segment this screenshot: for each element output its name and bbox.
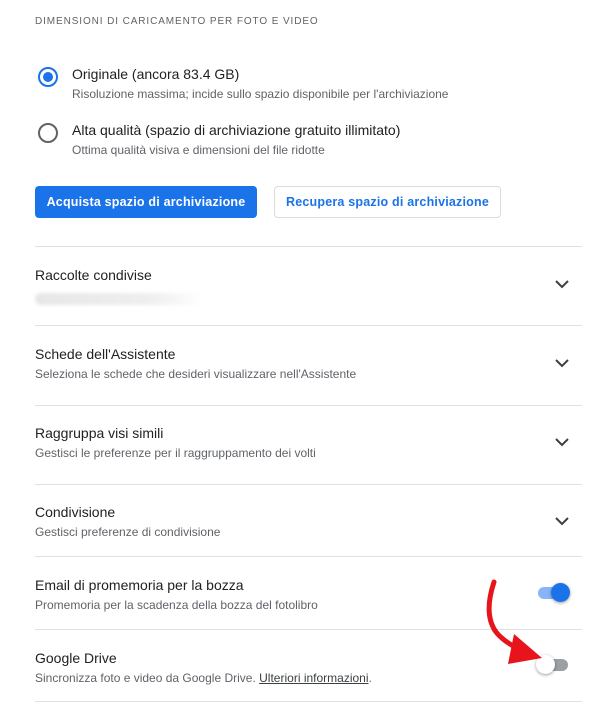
radio-original-subtitle: Risoluzione massima; incide sullo spazio…	[72, 87, 449, 101]
setting-sharing-title: Condivisione	[35, 504, 116, 520]
red-arrow-icon	[486, 579, 542, 664]
setting-face-grouping-title: Raggruppa visi simili	[35, 425, 164, 441]
radio-high-quality-subtitle: Ottima qualità visiva e dimensioni del f…	[72, 143, 325, 157]
divider	[35, 325, 582, 326]
chevron-down-icon[interactable]	[554, 516, 570, 526]
radio-high-quality-title: Alta qualità (spazio di archiviazione gr…	[72, 122, 401, 138]
section-label: DIMENSIONI DI CARICAMENTO PER FOTO E VID…	[35, 16, 319, 27]
radio-original-title: Originale (ancora 83.4 GB)	[72, 66, 240, 82]
google-drive-subtitle-end: .	[368, 671, 372, 685]
radio-option-original[interactable]: Originale (ancora 83.4 GB) Risoluzione m…	[38, 64, 448, 103]
divider	[35, 484, 582, 485]
setting-assistant-cards-subtitle: Seleziona le schede che desideri visuali…	[35, 367, 357, 381]
google-drive-subtitle-text: Sincronizza foto e video da Google Drive…	[35, 671, 256, 685]
blurred-content	[35, 293, 203, 305]
divider	[35, 556, 582, 557]
radio-option-high-quality[interactable]: Alta qualità (spazio di archiviazione gr…	[38, 120, 400, 159]
setting-sharing[interactable]: Condivisione Gestisci preferenze di cond…	[35, 502, 582, 557]
chevron-down-icon[interactable]	[554, 437, 570, 447]
divider	[35, 701, 582, 702]
setting-shared-albums[interactable]: Raccolte condivise	[35, 265, 582, 325]
recover-storage-button[interactable]: Recupera spazio di archiviazione	[274, 186, 501, 218]
setting-assistant-cards[interactable]: Schede dell'Assistente Seleziona le sche…	[35, 344, 582, 404]
divider	[35, 405, 582, 406]
chevron-down-icon[interactable]	[554, 358, 570, 368]
chevron-down-icon[interactable]	[554, 279, 570, 289]
setting-assistant-cards-title: Schede dell'Assistente	[35, 346, 176, 362]
divider	[35, 246, 582, 247]
buy-storage-button[interactable]: Acquista spazio di archiviazione	[35, 186, 257, 218]
setting-face-grouping-subtitle: Gestisci le preferenze per il raggruppam…	[35, 446, 316, 460]
learn-more-link[interactable]: Ulteriori informazioni	[259, 671, 368, 685]
setting-shared-albums-title: Raccolte condivise	[35, 267, 152, 283]
toggle-knob	[551, 583, 570, 602]
setting-face-grouping[interactable]: Raggruppa visi simili Gestisci le prefer…	[35, 423, 582, 483]
radio-unselected-icon[interactable]	[38, 123, 58, 143]
radio-selected-icon[interactable]	[38, 67, 58, 87]
setting-google-drive-subtitle: Sincronizza foto e video da Google Drive…	[35, 669, 582, 687]
setting-sharing-subtitle: Gestisci preferenze di condivisione	[35, 525, 221, 539]
